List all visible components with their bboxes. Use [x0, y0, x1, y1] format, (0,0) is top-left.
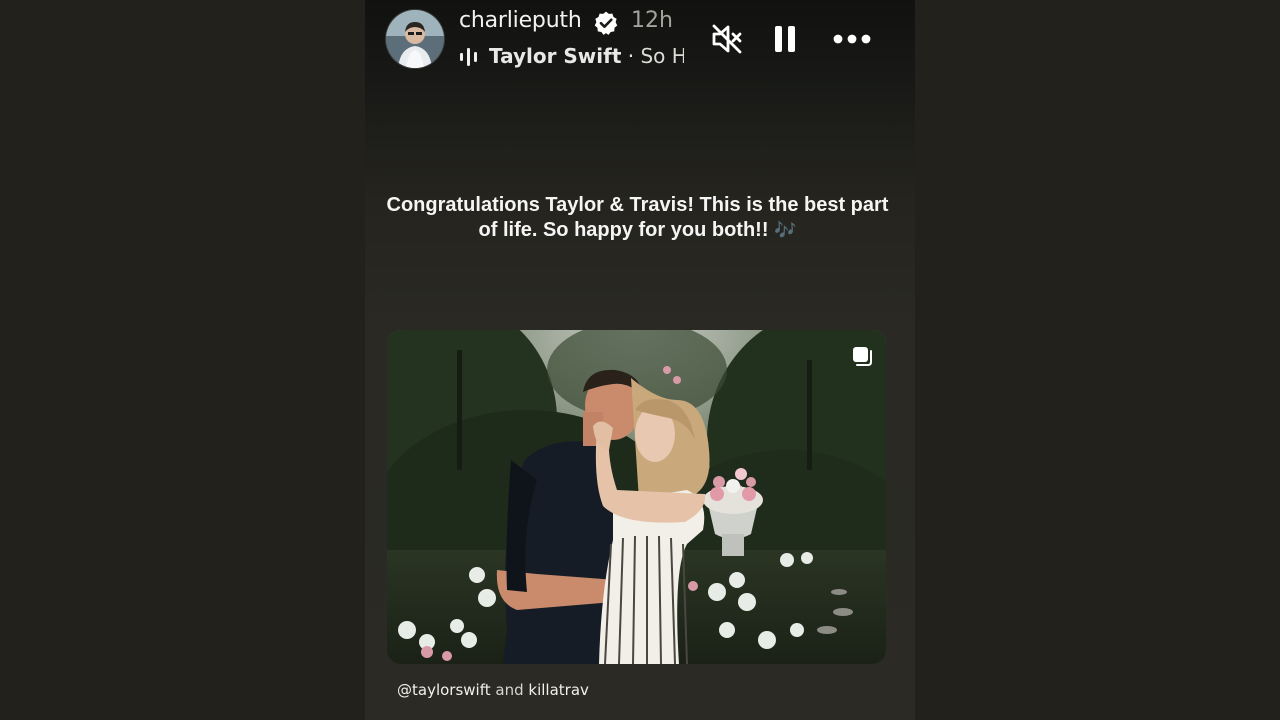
tag-killatrav[interactable]: killatrav — [528, 681, 589, 699]
avatar-image — [386, 10, 444, 68]
profile-avatar[interactable] — [386, 10, 444, 68]
audio-bars-icon — [460, 48, 477, 66]
music-artist: Taylor Swift — [489, 44, 622, 68]
story-caption: Congratulations Taylor & Travis! This is… — [385, 193, 890, 243]
post-timestamp: 12h — [631, 8, 673, 33]
story-viewer[interactable]: charlieputh 12h Taylor Swift · So High S… — [365, 0, 915, 720]
music-attribution[interactable]: Taylor Swift · So High School — [489, 44, 684, 68]
more-options-icon — [833, 34, 871, 44]
username[interactable]: charlieputh — [459, 8, 582, 33]
pause-button[interactable] — [766, 20, 804, 58]
shared-post-card[interactable] — [387, 330, 886, 664]
pause-icon — [775, 26, 795, 52]
verified-badge-icon — [594, 11, 618, 35]
caption-text: Congratulations Taylor & Travis! This is… — [386, 194, 889, 241]
muted-speaker-icon — [712, 24, 742, 54]
tag-taylorswift[interactable]: @taylorswift — [397, 681, 491, 699]
post-tags[interactable]: @taylorswift and killatrav — [397, 681, 589, 699]
story-header: charlieputh 12h Taylor Swift · So High S… — [365, 0, 915, 80]
mute-button[interactable] — [708, 20, 746, 58]
music-notes-emoji: 🎶 — [774, 220, 797, 240]
more-options-button[interactable] — [831, 20, 873, 58]
page: charlieputh 12h Taylor Swift · So High S… — [0, 0, 1280, 720]
multiple-images-icon — [853, 347, 872, 366]
music-separator: · — [621, 44, 641, 68]
tag-joiner: and — [490, 681, 529, 699]
shared-post-photo — [387, 330, 886, 664]
music-song-title: So High School — [640, 44, 684, 68]
